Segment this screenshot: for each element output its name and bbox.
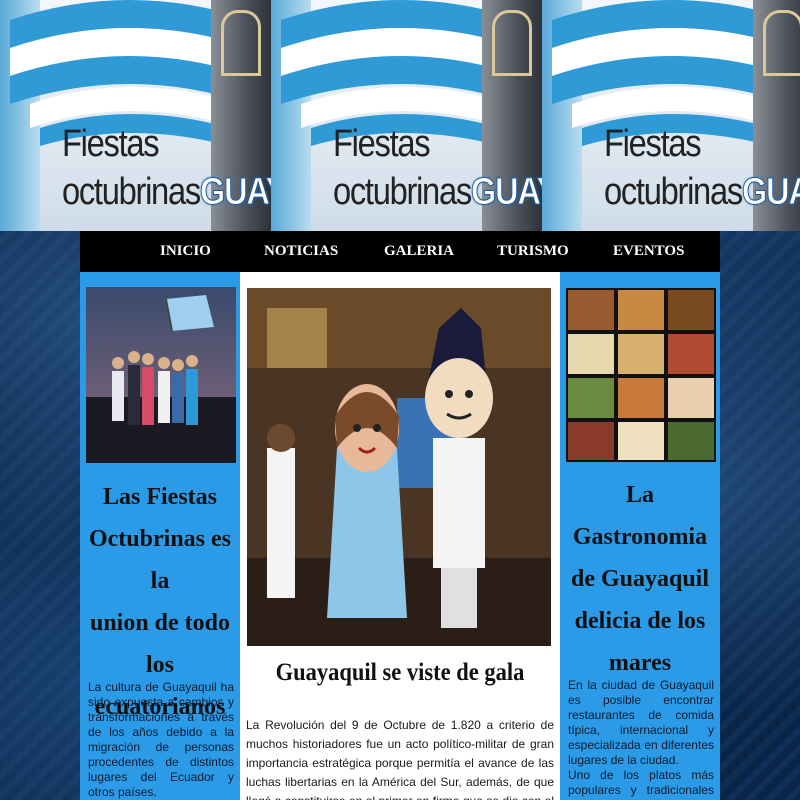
right-column: La Gastronomia de Guayaquil delicia de l… <box>560 272 720 800</box>
center-heading: Guayaquil se viste de gala <box>275 659 525 686</box>
content-area: Las Fiestas Octubrinas es la union de to… <box>80 272 720 800</box>
nav-item-galeria[interactable]: GALERIA <box>384 231 454 272</box>
banner-title: Fiestas octubrinasGUAYAQUIL <box>62 123 271 214</box>
food-collage-photo <box>566 288 716 462</box>
right-paragraph: En la ciudad de Guayaquil es posible enc… <box>568 678 714 800</box>
left-column: Las Fiestas Octubrinas es la union de to… <box>80 272 240 800</box>
nav-item-turismo[interactable]: TURISMO <box>497 231 569 272</box>
group-photo <box>86 287 236 463</box>
banner-tile: Fiestas octubrinasGUAYAQUIL <box>0 0 271 231</box>
center-column: Guayaquil se viste de gala La Revolución… <box>240 272 560 800</box>
right-heading: La Gastronomia de Guayaquil delicia de l… <box>570 482 710 676</box>
left-paragraph: La cultura de Guayaquil ha sido expuesta… <box>88 680 234 799</box>
banner-tile: Fiestas octubrinasGUAYAQUIL <box>542 0 800 231</box>
nav-item-noticias[interactable]: NOTICIAS <box>264 231 338 272</box>
nav-item-eventos[interactable]: EVENTOS <box>613 231 684 272</box>
banner-tile: Fiestas octubrinasGUAYAQUIL <box>271 0 542 231</box>
main-nav: INICIO NOTICIAS GALERIA TURISMO EVENTOS <box>80 231 720 272</box>
center-paragraph: La Revolución del 9 de Octubre de 1.820 … <box>246 718 554 800</box>
header-banner: Fiestas octubrinasGUAYAQUIL Fiestas octu… <box>0 0 800 231</box>
banner-title: Fiestas octubrinasGUAYAQUIL <box>333 123 542 214</box>
nav-item-inicio[interactable]: INICIO <box>160 231 211 272</box>
banner-title: Fiestas octubrinasGUAYAQUIL <box>604 123 800 214</box>
mascots-photo <box>247 288 551 646</box>
